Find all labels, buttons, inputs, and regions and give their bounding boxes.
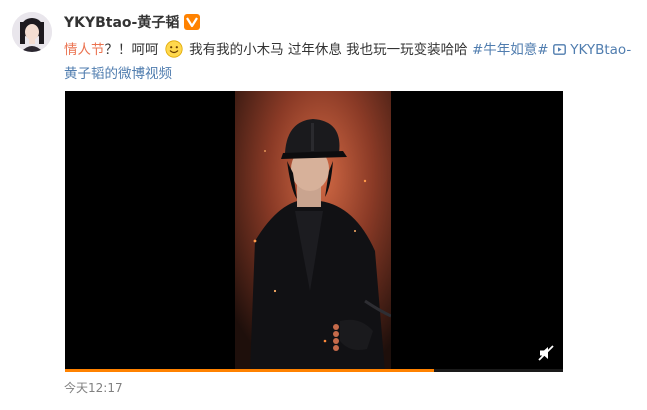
post-text-part1: ？！呵呵 bbox=[104, 42, 159, 58]
hashtag-link[interactable]: #牛年如意# bbox=[472, 42, 549, 58]
verified-badge-icon bbox=[184, 14, 201, 30]
avatar-image bbox=[12, 12, 52, 52]
video-frame bbox=[235, 91, 391, 372]
post-text: 情人节？！呵呵 我有我的小木马 过年休息 我也玩一玩变装哈哈 #牛年如意# YK… bbox=[64, 38, 639, 86]
post-text-part2: 我有我的小木马 过年休息 我也玩一玩变装哈哈 bbox=[189, 42, 468, 58]
video-player[interactable] bbox=[65, 91, 563, 372]
author-row: YKYBtao-黄子韬 bbox=[64, 12, 201, 32]
video-progress-fill bbox=[65, 369, 434, 372]
valentines-tag[interactable]: 情人节 bbox=[64, 42, 105, 58]
author-name[interactable]: YKYBtao-黄子韬 bbox=[64, 12, 179, 32]
smile-emoji-icon bbox=[165, 40, 183, 58]
video-progress-bar[interactable] bbox=[65, 369, 563, 372]
mute-icon[interactable] bbox=[537, 344, 555, 362]
post-timestamp[interactable]: 今天12:17 bbox=[64, 379, 123, 396]
avatar[interactable] bbox=[12, 12, 52, 52]
video-link-icon bbox=[553, 42, 570, 58]
